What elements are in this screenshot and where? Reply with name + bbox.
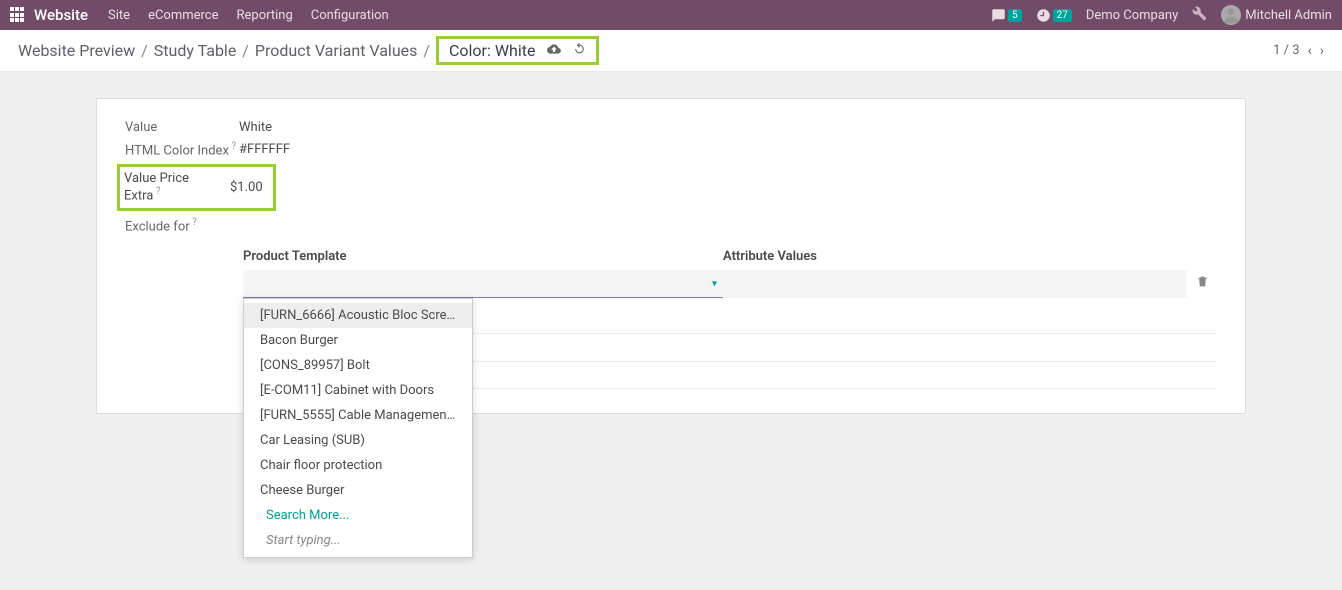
- row-html-color: HTML Color Index #FFFFFF: [97, 138, 1245, 161]
- dropdown-search-more[interactable]: Search More...: [244, 503, 472, 528]
- cloud-save-icon[interactable]: [547, 42, 561, 60]
- topbar: Website Site eCommerce Reporting Configu…: [0, 0, 1342, 30]
- user-name: Mitchell Admin: [1245, 8, 1332, 23]
- dropdown-item[interactable]: [CONS_89957] Bolt: [244, 353, 472, 378]
- dropdown-item[interactable]: [FURN_6666] Acoustic Bloc Screens: [244, 303, 472, 328]
- dropdown-item[interactable]: Chair floor protection: [244, 453, 472, 478]
- label-exclude-for: Exclude for: [125, 217, 239, 234]
- dropdown-caret-icon[interactable]: ▾: [712, 278, 717, 289]
- label-html-color: HTML Color Index: [125, 141, 239, 158]
- product-template-cell: ▾ [FURN_6666] Acoustic Bloc Screens Baco…: [243, 270, 723, 298]
- messages-button[interactable]: 5: [991, 8, 1022, 23]
- crumb-sep: /: [423, 41, 430, 60]
- label-value: Value: [125, 120, 239, 135]
- breadcrumb-bar: Website Preview / Study Table / Product …: [0, 30, 1342, 72]
- dropdown-start-typing: Start typing...: [244, 528, 472, 553]
- activities-count: 27: [1053, 9, 1072, 22]
- field-price-extra[interactable]: $1.00: [230, 180, 263, 195]
- crumb-study-table[interactable]: Study Table: [154, 41, 237, 60]
- nav-reporting[interactable]: Reporting: [237, 8, 293, 23]
- exclude-table: Product Template Attribute Values ▾ [FUR…: [97, 243, 1245, 389]
- crumb-website-preview[interactable]: Website Preview: [18, 41, 135, 60]
- form-card: Value White HTML Color Index #FFFFFF Val…: [96, 98, 1246, 414]
- nav-ecommerce[interactable]: eCommerce: [148, 8, 218, 23]
- pager-position: 1 / 3: [1273, 43, 1299, 58]
- row-value: Value White: [97, 117, 1245, 138]
- crumb-sep: /: [242, 41, 249, 60]
- dropdown-item[interactable]: Cheese Burger: [244, 478, 472, 503]
- nav-configuration[interactable]: Configuration: [311, 8, 389, 23]
- avatar: [1221, 5, 1241, 25]
- trash-icon: [1196, 275, 1209, 288]
- discard-icon[interactable]: [573, 42, 586, 59]
- attribute-values-cell[interactable]: [723, 270, 1187, 298]
- th-product-template: Product Template: [243, 243, 723, 270]
- field-value[interactable]: White: [239, 120, 272, 135]
- content: Value White HTML Color Index #FFFFFF Val…: [0, 72, 1342, 414]
- label-price-extra: Value Price Extra: [124, 171, 216, 203]
- field-html-color[interactable]: #FFFFFF: [239, 142, 290, 157]
- product-template-input[interactable]: [243, 270, 723, 298]
- pager: 1 / 3 ‹ ›: [1273, 43, 1324, 59]
- th-attribute-values: Attribute Values: [723, 243, 1187, 270]
- messages-count: 5: [1008, 9, 1022, 22]
- delete-row-button[interactable]: [1187, 275, 1217, 292]
- company-switcher[interactable]: Demo Company: [1086, 8, 1178, 23]
- settings-icon[interactable]: [1192, 6, 1207, 25]
- activities-button[interactable]: 27: [1036, 8, 1072, 23]
- dropdown-item[interactable]: [E-COM11] Cabinet with Doors: [244, 378, 472, 403]
- apps-icon[interactable]: [10, 7, 26, 23]
- product-template-dropdown: [FURN_6666] Acoustic Bloc Screens Bacon …: [243, 298, 473, 558]
- user-menu[interactable]: Mitchell Admin: [1221, 5, 1332, 25]
- table-row: ▾ [FURN_6666] Acoustic Bloc Screens Baco…: [97, 270, 1245, 298]
- table-header: Product Template Attribute Values: [97, 243, 1245, 270]
- dropdown-item[interactable]: Bacon Burger: [244, 328, 472, 353]
- dropdown-item[interactable]: [FURN_5555] Cable Management Box: [244, 403, 472, 428]
- pager-prev[interactable]: ‹: [1308, 43, 1312, 59]
- crumb-sep: /: [141, 41, 148, 60]
- app-name[interactable]: Website: [34, 6, 88, 24]
- crumb-variant-values[interactable]: Product Variant Values: [255, 41, 417, 60]
- clock-icon: [1036, 8, 1051, 23]
- chat-icon: [991, 8, 1006, 23]
- row-exclude-for: Exclude for: [97, 214, 1245, 237]
- crumb-current: Color: White: [449, 41, 535, 60]
- crumb-current-highlight: Color: White: [436, 36, 599, 65]
- nav-site[interactable]: Site: [108, 8, 130, 23]
- dropdown-item[interactable]: Car Leasing (SUB): [244, 428, 472, 453]
- row-price-extra: Value Price Extra $1.00: [97, 161, 1245, 213]
- pager-next[interactable]: ›: [1320, 43, 1324, 59]
